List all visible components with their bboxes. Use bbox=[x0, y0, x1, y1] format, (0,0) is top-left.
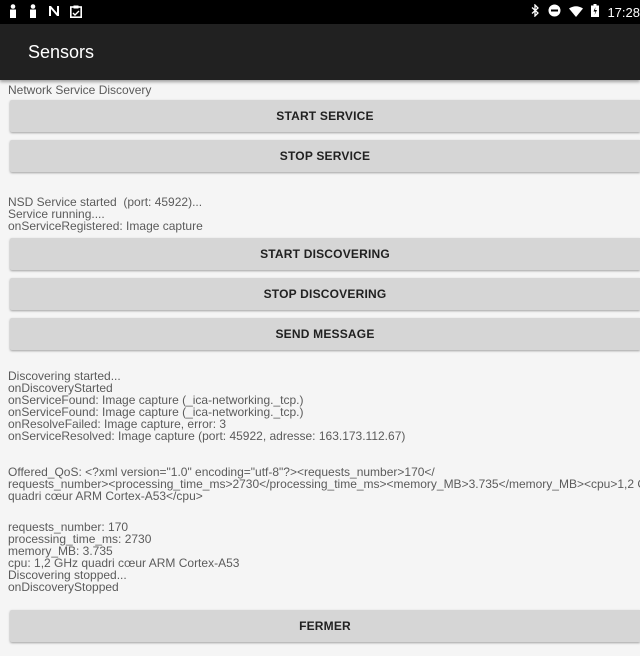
status-time: 17:28 bbox=[607, 4, 640, 20]
section-label: Network Service Discovery bbox=[8, 83, 152, 97]
clipboard-icon bbox=[70, 5, 82, 20]
log-line: onServiceResolved: Image capture (port: … bbox=[8, 429, 406, 443]
start-discovering-button[interactable]: START DISCOVERING bbox=[10, 238, 640, 270]
app-title: Sensors bbox=[28, 42, 95, 62]
bluetooth-icon bbox=[531, 3, 540, 20]
close-button[interactable]: FERMER bbox=[10, 610, 640, 642]
log-line: onServiceRegistered: Image capture bbox=[8, 219, 203, 233]
wifi-icon bbox=[569, 5, 584, 20]
notification-icons bbox=[8, 4, 82, 20]
system-icons: 17:28 bbox=[531, 3, 640, 20]
battery-icon bbox=[591, 4, 600, 20]
stop-discovering-button[interactable]: STOP DISCOVERING bbox=[10, 278, 640, 310]
status-bar: 17:28 bbox=[0, 0, 640, 24]
start-service-button[interactable]: START SERVICE bbox=[10, 100, 640, 132]
person-notification-icon bbox=[28, 4, 38, 20]
person-notification-icon bbox=[8, 4, 18, 20]
stop-service-button[interactable]: STOP SERVICE bbox=[10, 140, 640, 172]
log-line: quadri cœur ARM Cortex-A53</cpu> bbox=[8, 489, 203, 503]
do-not-disturb-icon bbox=[548, 4, 561, 20]
log-line: onDiscoveryStopped bbox=[8, 580, 119, 594]
app-bar: Sensors bbox=[0, 24, 640, 80]
send-message-button[interactable]: SEND MESSAGE bbox=[10, 318, 640, 350]
nfc-icon bbox=[48, 5, 60, 19]
